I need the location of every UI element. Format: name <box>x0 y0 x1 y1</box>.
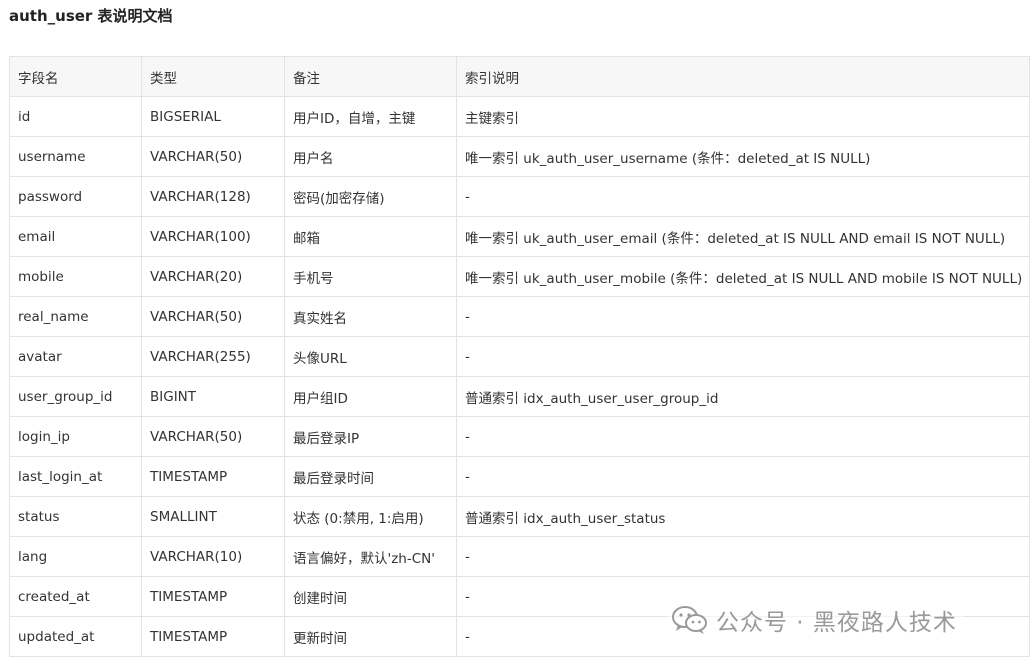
cell-index: 普通索引 idx_auth_user_user_group_id <box>456 376 1030 417</box>
table-row: id BIGSERIAL 用户ID，自增，主键 主键索引 <box>9 96 1030 137</box>
cell-field: user_group_id <box>9 376 142 417</box>
column-header-note: 备注 <box>284 56 457 97</box>
cell-type: VARCHAR(20) <box>141 256 285 297</box>
cell-note: 手机号 <box>284 256 457 297</box>
table-row: mobile VARCHAR(20) 手机号 唯一索引 uk_auth_user_mo… <box>9 256 1030 297</box>
cell-index: 唯一索引 uk_auth_user_username (条件：deleted_a… <box>456 136 1030 177</box>
cell-type: TIMESTAMP <box>141 576 285 617</box>
column-header-field: 字段名 <box>9 56 142 97</box>
cell-field: id <box>9 96 142 137</box>
cell-index: - <box>456 416 1030 457</box>
table-row: email VARCHAR(100) 邮箱 唯一索引 uk_auth_user_ema… <box>9 216 1030 257</box>
cell-field: email <box>9 216 142 257</box>
cell-field: mobile <box>9 256 142 297</box>
cell-field: lang <box>9 536 142 577</box>
table-body: id BIGSERIAL 用户ID，自增，主键 主键索引 username VARCHAR… <box>9 96 1030 657</box>
table-row: status SMALLINT 状态 (0:禁用, 1:启用) 普通索引 idx_au… <box>9 496 1030 537</box>
cell-index: - <box>456 296 1030 337</box>
cell-index: 唯一索引 uk_auth_user_email (条件：deleted_at I… <box>456 216 1030 257</box>
cell-type: VARCHAR(50) <box>141 416 285 457</box>
cell-field: username <box>9 136 142 177</box>
cell-index: 唯一索引 uk_auth_user_mobile (条件：deleted_at … <box>456 256 1030 297</box>
cell-note: 状态 (0:禁用, 1:启用) <box>284 496 457 537</box>
cell-field: avatar <box>9 336 142 377</box>
cell-field: last_login_at <box>9 456 142 497</box>
cell-note: 更新时间 <box>284 616 457 657</box>
cell-note: 头像URL <box>284 336 457 377</box>
cell-type: SMALLINT <box>141 496 285 537</box>
table-row: real_name VARCHAR(50) 真实姓名 - <box>9 296 1030 337</box>
document-title: auth_user 表说明文档 <box>9 7 173 25</box>
cell-note: 最后登录时间 <box>284 456 457 497</box>
cell-type: TIMESTAMP <box>141 616 285 657</box>
column-header-type: 类型 <box>141 56 285 97</box>
cell-type: VARCHAR(50) <box>141 136 285 177</box>
cell-index: - <box>456 176 1030 217</box>
cell-note: 密码(加密存储) <box>284 176 457 217</box>
cell-index: - <box>456 456 1030 497</box>
cell-type: TIMESTAMP <box>141 456 285 497</box>
table-row: avatar VARCHAR(255) 头像URL - <box>9 336 1030 377</box>
cell-type: VARCHAR(10) <box>141 536 285 577</box>
table-row: login_ip VARCHAR(50) 最后登录IP - <box>9 416 1030 457</box>
cell-field: status <box>9 496 142 537</box>
watermark: 公众号 · 黑夜路人技术 <box>666 600 963 640</box>
cell-field: login_ip <box>9 416 142 457</box>
cell-field: created_at <box>9 576 142 617</box>
column-header-index: 索引说明 <box>456 56 1030 97</box>
cell-type: BIGSERIAL <box>141 96 285 137</box>
cell-note: 用户ID，自增，主键 <box>284 96 457 137</box>
cell-type: VARCHAR(255) <box>141 336 285 377</box>
cell-note: 用户组ID <box>284 376 457 417</box>
cell-note: 邮箱 <box>284 216 457 257</box>
cell-type: BIGINT <box>141 376 285 417</box>
cell-index: - <box>456 336 1030 377</box>
wechat-icon <box>672 605 708 635</box>
cell-field: real_name <box>9 296 142 337</box>
table-header-row: 字段名 类型 备注 索引说明 <box>9 56 1030 97</box>
cell-note: 用户名 <box>284 136 457 177</box>
cell-index: 普通索引 idx_auth_user_status <box>456 496 1030 537</box>
cell-type: VARCHAR(50) <box>141 296 285 337</box>
cell-field: updated_at <box>9 616 142 657</box>
table-row: user_group_id BIGINT 用户组ID 普通索引 idx_auth_us… <box>9 376 1030 417</box>
table-row: password VARCHAR(128) 密码(加密存储) - <box>9 176 1030 217</box>
cell-note: 最后登录IP <box>284 416 457 457</box>
table-row: lang VARCHAR(10) 语言偏好，默认'zh-CN' - <box>9 536 1030 577</box>
cell-note: 语言偏好，默认'zh-CN' <box>284 536 457 577</box>
watermark-text: 公众号 · 黑夜路人技术 <box>716 610 957 636</box>
cell-field: password <box>9 176 142 217</box>
table-row: last_login_at TIMESTAMP 最后登录时间 - <box>9 456 1030 497</box>
table-row: username VARCHAR(50) 用户名 唯一索引 uk_auth_user_… <box>9 136 1030 177</box>
cell-type: VARCHAR(100) <box>141 216 285 257</box>
cell-index: - <box>456 536 1030 577</box>
cell-note: 创建时间 <box>284 576 457 617</box>
cell-type: VARCHAR(128) <box>141 176 285 217</box>
schema-table: 字段名 类型 备注 索引说明 id BIGSERIAL 用户ID，自增，主键 主键索引… <box>9 56 1030 657</box>
cell-index: 主键索引 <box>456 96 1030 137</box>
cell-note: 真实姓名 <box>284 296 457 337</box>
